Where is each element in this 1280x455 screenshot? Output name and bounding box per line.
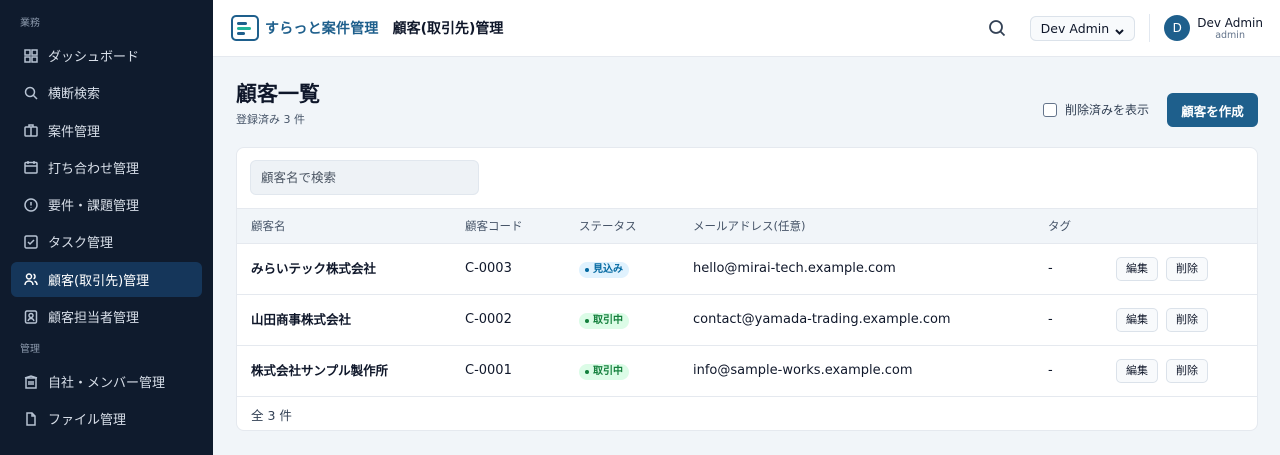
customer-code: C-0002 [465,312,512,327]
sidebar-item-label: タスク管理 [48,236,114,252]
customer-email: info@sample-works.example.com [693,363,913,378]
calendar-icon [24,160,38,175]
sidebar-item-customers[interactable]: 顧客(取引先)管理 [11,261,202,297]
user-info[interactable]: Dev Admin admin [1197,16,1263,41]
sidebar-item-requirements[interactable]: 要件・課題管理 [11,187,202,222]
dashboard-icon [24,48,38,63]
customer-code: C-0001 [465,363,512,378]
status-badge: 取引中 [579,313,629,329]
table-row[interactable]: みらいテック株式会社 C-0003 見込み hello@mirai-tech.e… [237,244,1257,295]
show-deleted-toggle[interactable]: 削除済みを表示 [1043,101,1149,118]
column-header-status: ステータス [579,219,637,233]
alert-circle-icon [24,197,38,212]
sidebar: 業務 ダッシュボード 横断検索 案件管理 打ち合わせ管理 要件・課題管理 タスク… [0,0,213,455]
table-header: 顧客名 顧客コード ステータス メールアドレス(任意) タグ [237,208,1257,244]
search-icon [24,86,38,100]
sidebar-item-customer-contacts[interactable]: 顧客担当者管理 [11,299,202,334]
edit-button[interactable]: 編集 [1116,257,1158,281]
sidebar-section-label: 業務 [20,18,40,29]
sidebar-item-dashboard[interactable]: ダッシュボード [11,38,202,73]
sidebar-section-label: 管理 [20,344,40,356]
avatar[interactable]: D [1164,15,1191,41]
sidebar-item-search[interactable]: 横断検索 [11,75,202,110]
column-header-name: 顧客名 [251,219,286,233]
edit-button[interactable]: 編集 [1116,359,1158,383]
record-count: 登録済み 3 件 [236,113,305,126]
top-header: すらっと案件管理 顧客(取引先)管理 Dev Admin D Dev Admin… [213,0,1280,57]
customer-code: C-0003 [465,261,512,276]
column-header-code: 顧客コード [465,219,523,233]
header-actions: Dev Admin D Dev Admin admin [988,0,1280,57]
customer-name[interactable]: みらいテック株式会社 [251,244,376,294]
customer-email: hello@mirai-tech.example.com [693,261,896,276]
user-role: admin [1215,29,1245,41]
users-icon [24,272,38,286]
customer-name[interactable]: 株式会社サンプル製作所 [251,346,388,396]
customer-search-input[interactable] [250,160,479,195]
sidebar-item-label: 打ち合わせ管理 [48,161,140,177]
table-row[interactable]: 株式会社サンプル製作所 C-0001 取引中 info@sample-works… [237,346,1257,397]
sidebar-item-label: 顧客担当者管理 [48,311,140,327]
table-footer-count: 全 3 件 [251,408,292,423]
sidebar-item-label: 案件管理 [48,124,101,140]
customer-tag: - [1048,312,1053,327]
sidebar-item-projects[interactable]: 案件管理 [11,113,202,148]
app-logo[interactable]: すらっと案件管理 [231,15,379,41]
sidebar-item-label: 顧客(取引先)管理 [48,273,150,289]
user-select-dropdown[interactable]: Dev Admin [1029,15,1136,41]
chevron-down-icon [1115,24,1124,35]
table-row[interactable]: 山田商事株式会社 C-0002 取引中 contact@yamada-tradi… [237,295,1257,346]
sidebar-item-label: 自社・メンバー管理 [48,376,166,392]
status-badge: 取引中 [579,364,629,380]
column-header-tag: タグ [1048,219,1071,233]
edit-button[interactable]: 編集 [1116,308,1158,332]
sidebar-item-label: ダッシュボード [48,50,140,65]
search-icon[interactable] [988,19,1006,37]
logo-icon [231,15,259,41]
column-header-email: メールアドレス(任意) [693,219,806,233]
user-name: Dev Admin [1197,15,1263,30]
show-deleted-label: 削除済みを表示 [1065,103,1150,117]
sidebar-item-label: 横断検索 [48,87,101,103]
delete-button[interactable]: 削除 [1166,257,1208,281]
show-deleted-checkbox[interactable] [1043,102,1057,117]
header-divider [1149,14,1151,42]
customer-table-card: 顧客名 顧客コード ステータス メールアドレス(任意) タグ みらいテック株式会… [236,147,1258,431]
status-badge: 見込み [579,262,629,278]
customer-name[interactable]: 山田商事株式会社 [251,295,351,345]
sidebar-item-tasks[interactable]: タスク管理 [11,224,202,259]
delete-button[interactable]: 削除 [1166,359,1208,383]
contact-icon [24,309,38,324]
sidebar-item-files[interactable]: ファイル管理 [11,401,202,436]
file-icon [24,412,38,426]
checkbox-icon [24,235,38,249]
sidebar-item-label: ファイル管理 [48,413,127,429]
customer-email: contact@yamada-trading.example.com [693,312,951,327]
main-title: 顧客一覧 [236,82,320,106]
create-customer-button[interactable]: 顧客を作成 [1167,93,1258,127]
sidebar-item-members[interactable]: 自社・メンバー管理 [11,364,202,399]
delete-button[interactable]: 削除 [1166,308,1208,332]
sidebar-item-label: 要件・課題管理 [48,199,140,215]
sidebar-item-meetings[interactable]: 打ち合わせ管理 [11,150,202,185]
page-title: 顧客(取引先)管理 [392,21,504,37]
user-select-label: Dev Admin [1040,20,1110,36]
customer-tag: - [1048,363,1053,378]
logo-text: すらっと案件管理 [265,21,379,37]
briefcase-icon [24,123,38,137]
customer-tag: - [1048,261,1053,276]
building-icon [24,374,38,389]
